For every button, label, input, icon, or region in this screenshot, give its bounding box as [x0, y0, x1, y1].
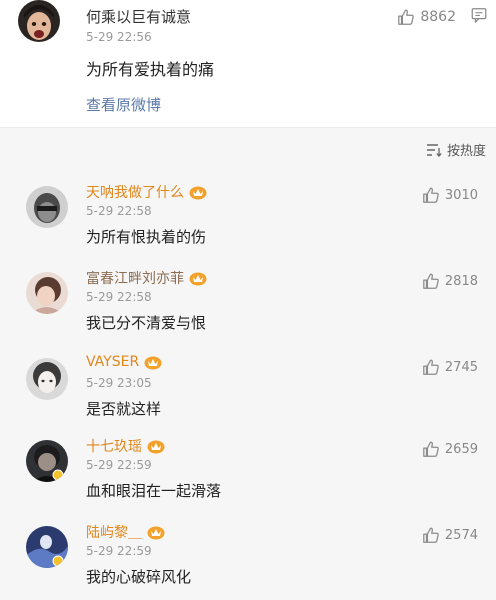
- thumbs-up-icon: [423, 187, 439, 203]
- reply-text: 血和眼泪在一起滑落: [86, 482, 222, 500]
- top-comment-username[interactable]: 何乘以巨有诚意: [86, 6, 191, 27]
- reply-like-button[interactable]: 2574: [422, 524, 478, 546]
- vip-crown-icon: [147, 526, 165, 540]
- thumbs-up-icon: [423, 527, 439, 543]
- reply-text: 是否就这样: [86, 400, 162, 418]
- reply-username[interactable]: 十七玖瑶: [86, 436, 142, 456]
- reply-like-count: 2745: [444, 359, 478, 375]
- reply-username[interactable]: 富春江畔刘亦菲: [86, 268, 184, 288]
- vip-crown-icon: [189, 186, 207, 200]
- reply-like-button[interactable]: 2659: [422, 438, 478, 460]
- reply-item: VAYSER 5-29 23:05 是否就这样 2745: [0, 350, 496, 436]
- reply-like-count: 2659: [444, 441, 478, 457]
- top-comment-timestamp: 5-29 22:56: [86, 30, 152, 44]
- top-comment-avatar[interactable]: [18, 0, 60, 42]
- reply-like-button[interactable]: 3010: [422, 184, 478, 206]
- top-comment-like-count: 8862: [420, 9, 456, 25]
- reply-like-button[interactable]: 2818: [422, 270, 478, 292]
- thumbs-up-icon: [423, 359, 439, 375]
- thumbs-up-icon: [423, 273, 439, 289]
- vip-crown-icon: [144, 356, 162, 370]
- top-comment-card: 何乘以巨有诚意 5-29 22:56 为所有爱执着的痛 查看原微博 8862: [0, 0, 496, 128]
- reply-username[interactable]: VAYSER: [86, 354, 139, 370]
- sort-by-hotness-button[interactable]: 按热度: [426, 140, 486, 159]
- reply-text: 我的心破碎风化: [86, 568, 192, 586]
- user-avatar[interactable]: [26, 358, 68, 400]
- top-comment-text: 为所有爱执着的痛: [86, 60, 215, 79]
- reply-like-count: 2574: [444, 527, 478, 543]
- reply-timestamp: 5-29 23:05: [86, 376, 152, 390]
- top-comment-like-button[interactable]: 8862: [397, 6, 456, 28]
- reply-timestamp: 5-29 22:59: [86, 458, 152, 472]
- reply-item: 十七玖瑶 5-29 22:59 血和眼泪在一起滑落 2659: [0, 432, 496, 518]
- user-avatar[interactable]: [26, 272, 68, 314]
- reply-like-count: 3010: [444, 187, 478, 203]
- reply-username[interactable]: 天呐我做了什么: [86, 182, 184, 202]
- reply-text: 为所有恨执着的伤: [86, 228, 207, 246]
- vip-crown-icon: [189, 272, 207, 286]
- sort-label: 按热度: [446, 144, 486, 159]
- thumbs-up-icon: [398, 9, 415, 25]
- reply-text: 我已分不清爱与恨: [86, 314, 207, 332]
- sort-icon: [426, 143, 442, 157]
- user-avatar[interactable]: [26, 186, 68, 228]
- thumbs-up-icon: [423, 441, 439, 457]
- user-avatar[interactable]: [26, 526, 68, 568]
- reply-like-count: 2818: [444, 273, 478, 289]
- view-original-weibo-link[interactable]: 查看原微博: [86, 94, 161, 115]
- reply-timestamp: 5-29 22:58: [86, 204, 152, 218]
- reply-item: 天呐我做了什么 5-29 22:58 为所有恨执着的伤 3010: [0, 178, 496, 264]
- reply-icon[interactable]: [470, 6, 488, 24]
- user-avatar[interactable]: [26, 440, 68, 482]
- reply-like-button[interactable]: 2745: [422, 356, 478, 378]
- reply-timestamp: 5-29 22:59: [86, 544, 152, 558]
- vip-crown-icon: [147, 440, 165, 454]
- reply-item: 富春江畔刘亦菲 5-29 22:58 我已分不清爱与恨 2818: [0, 264, 496, 350]
- reply-item: 陆屿黎＿ 5-29 22:59 我的心破碎风化 2574: [0, 518, 496, 600]
- reply-username[interactable]: 陆屿黎＿: [86, 522, 142, 542]
- reply-timestamp: 5-29 22:58: [86, 290, 152, 304]
